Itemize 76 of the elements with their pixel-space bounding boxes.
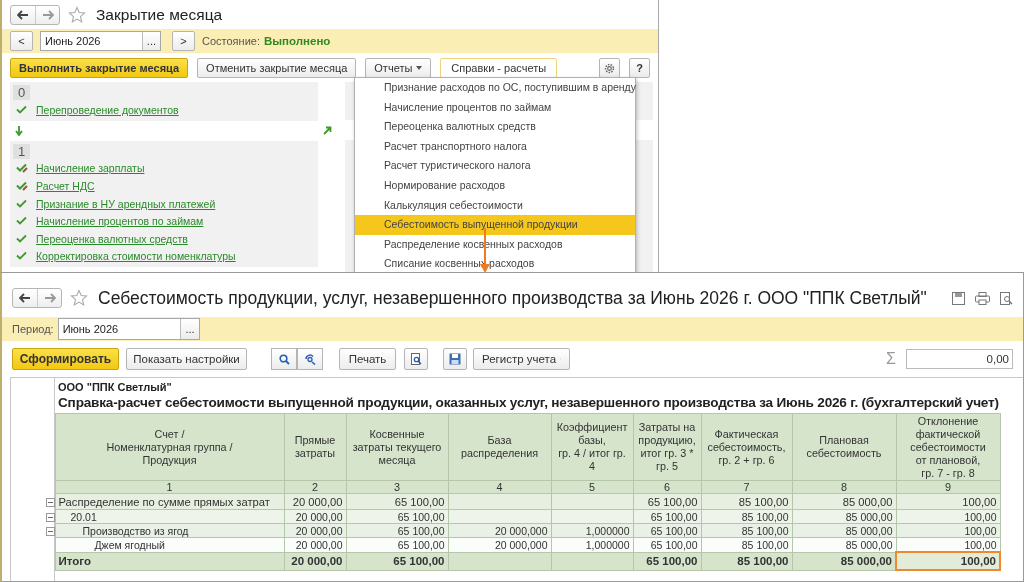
step-link[interactable]: Переоценка валютных средств — [36, 232, 188, 245]
sum-field: 0,00 — [906, 349, 1013, 369]
step-number: 0 — [13, 85, 31, 100]
period-label: Период: — [12, 323, 54, 335]
menu-item[interactable]: Списание косвенных расходов — [355, 254, 635, 274]
column-header: Косвенные затраты текущего месяца — [346, 413, 448, 481]
menu-item[interactable]: Признание расходов по ОС, поступившим в аренду — [355, 78, 635, 98]
step-link[interactable]: Корректировка стоимости номенклатуры — [36, 250, 236, 263]
step-number: 1 — [13, 143, 31, 159]
arrow-left-icon — [17, 10, 29, 20]
arrow-right-icon — [41, 10, 54, 20]
step-link[interactable]: Начисление процентов по займам — [36, 215, 204, 228]
menu-item[interactable]: Переоценка валютных средств — [355, 117, 635, 137]
floppy-icon[interactable] — [952, 291, 965, 305]
organization-name: ООО "ППК Светлый" — [58, 381, 172, 393]
cancel-close-button[interactable]: Отменить закрытие месяца — [197, 58, 357, 78]
arrow-right-icon — [43, 293, 56, 303]
step-link[interactable]: Перепроведение документов — [36, 103, 179, 116]
collapse-toggle[interactable] — [45, 498, 55, 508]
print-button[interactable]: Печать — [339, 348, 396, 370]
step-link[interactable]: Признание в НУ арендных платежей — [36, 197, 216, 210]
window-title: Закрытие месяца — [96, 6, 223, 24]
star-icon[interactable] — [68, 6, 86, 24]
help-button[interactable]: ? — [629, 58, 650, 78]
preview-icon — [410, 353, 422, 365]
next-period-button[interactable]: > — [172, 31, 195, 51]
table-cell: 100,00 — [896, 552, 1000, 570]
calculations-button[interactable]: Справки - расчеты — [440, 58, 558, 78]
menu-item[interactable]: Начисление процентов по займам — [355, 97, 635, 118]
menu-item[interactable]: Нормирование расходов — [355, 175, 635, 196]
save-button[interactable] — [443, 348, 467, 370]
column-header: Прямые затраты — [284, 413, 346, 481]
column-header: Отклонение фактической себестоимости от плановой, гр. 7 - гр. 8 — [896, 413, 1000, 481]
previous-period-button[interactable]: < — [10, 31, 33, 51]
search-icon — [278, 353, 290, 365]
period-field[interactable]: Июнь 2026 ... — [57, 318, 200, 340]
printer-icon[interactable] — [975, 291, 990, 305]
window-title: Себестоимость продукции, услуг, незавершенного производства за Июнь 2026 г. ООО "ППК Светлый" — [98, 287, 927, 309]
menu-item[interactable]: Себестоимость выпущенной продукции — [355, 215, 635, 235]
star-icon[interactable] — [70, 289, 88, 307]
column-header: Коэффициент базы, гр. 4 / итог гр. 4 — [551, 413, 633, 481]
show-settings-button[interactable]: Показать настройки — [126, 348, 247, 370]
arrow-left-icon — [19, 293, 31, 303]
state-value: Выполнено — [263, 35, 331, 47]
search-next-button[interactable] — [297, 348, 323, 370]
settings-button[interactable] — [599, 58, 620, 78]
collapse-toggle[interactable] — [45, 513, 55, 523]
column-header: Плановая себестоимость — [792, 413, 896, 481]
step-link[interactable]: Расчет НДС — [36, 180, 95, 192]
step-link[interactable]: Начисление зарплаты — [36, 162, 145, 175]
menu-item[interactable]: Калькуляция себестоимости — [355, 195, 635, 216]
column-header: Фактическая себестоимость, гр. 2 + гр. 6 — [701, 413, 792, 481]
column-header: База распределения — [448, 413, 551, 481]
pick-button[interactable]: ... — [141, 32, 160, 50]
settings-icon — [604, 62, 615, 74]
sum-symbol: Σ — [886, 350, 896, 368]
generate-button[interactable]: Сформировать — [12, 348, 119, 370]
menu-item[interactable]: Расчет туристического налога — [355, 156, 635, 176]
pick-button[interactable]: ... — [180, 319, 199, 339]
arrow-down-icon — [15, 125, 23, 136]
run-close-button[interactable]: Выполнить закрытие месяца — [10, 58, 189, 78]
menu-item[interactable]: Расчет транспортного налога — [355, 136, 635, 157]
period-field[interactable]: Июнь 2026 ... — [40, 31, 161, 51]
floppy-icon — [449, 353, 461, 365]
search-button[interactable] — [271, 348, 297, 370]
arrow-diagonal-icon — [323, 125, 332, 135]
report-heading: Справка-расчет себестоимости выпущенной продукции, оказанных услуг, незавершенного производства за Июнь 2026 г. (бухгалтерский учет) — [58, 395, 999, 410]
column-header: Счет / Номенклатурная группа / Продукция — [55, 413, 284, 481]
search-refresh-icon — [304, 353, 316, 365]
register-dropdown[interactable]: Регистр учета — [473, 348, 570, 370]
state-label: Состояние: — [202, 35, 260, 47]
preview-icon[interactable] — [1000, 291, 1013, 305]
collapse-toggle[interactable] — [45, 527, 55, 537]
column-header: Затраты на продукцию, итог гр. 3 * гр. 5 — [633, 413, 701, 481]
reports-button[interactable]: Отчеты — [365, 58, 432, 78]
preview-button[interactable] — [404, 348, 428, 370]
